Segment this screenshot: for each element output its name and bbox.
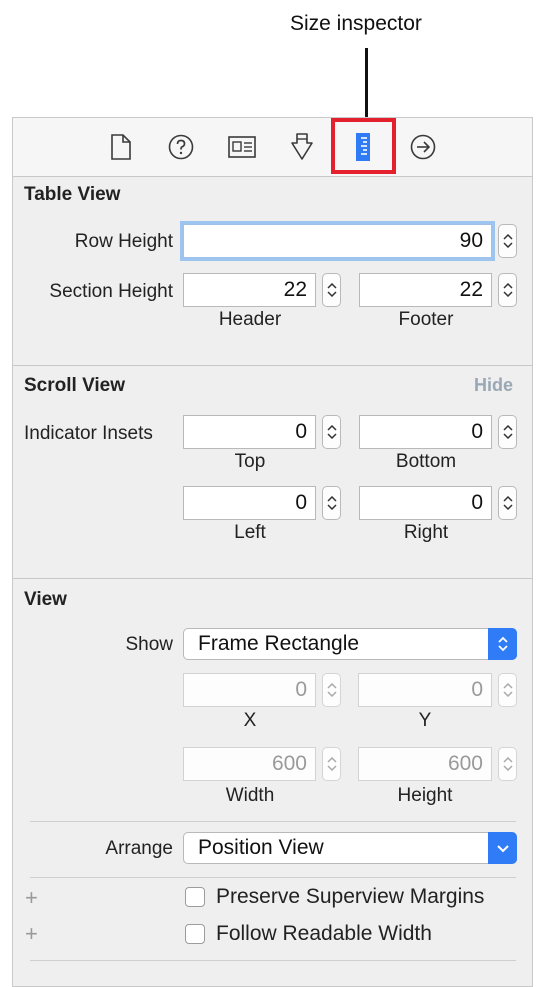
preserve-margins-label: Preserve Superview Margins (216, 885, 485, 908)
file-inspector-icon[interactable] (106, 132, 136, 162)
bottom-label: Bottom (395, 451, 457, 472)
callout-line (365, 48, 368, 120)
show-popup-value: Frame Rectangle (198, 632, 360, 655)
up-down-chevron-icon[interactable] (488, 628, 517, 660)
show-popup[interactable]: Frame Rectangle (183, 628, 517, 660)
arrange-label: Arrange (105, 838, 173, 859)
view-subdivider (30, 821, 516, 822)
header-height-field[interactable]: 22 (183, 273, 316, 307)
add-variation-icon[interactable]: + (25, 923, 38, 945)
size-inspector-highlight (331, 118, 396, 174)
header-height-stepper[interactable] (322, 273, 341, 307)
readable-width-label: Follow Readable Width (216, 922, 432, 945)
footer-height-stepper[interactable] (498, 273, 517, 307)
scroll-view-title: Scroll View (24, 375, 126, 396)
left-label: Left (234, 522, 266, 543)
row-height-stepper[interactable] (498, 224, 517, 258)
inset-top-field[interactable]: 0 (183, 415, 316, 449)
row-height-label: Row Height (74, 231, 173, 252)
identity-inspector-icon[interactable] (227, 132, 257, 162)
quick-help-icon[interactable] (166, 132, 196, 162)
inspector-toolbar (13, 118, 532, 177)
footer-label: Footer (398, 309, 454, 330)
width-field: 600 (183, 747, 316, 781)
chevron-down-icon[interactable] (488, 832, 517, 864)
attributes-inspector-icon[interactable] (287, 132, 317, 162)
footer-height-field[interactable]: 22 (359, 273, 492, 307)
inset-left-stepper[interactable] (322, 486, 341, 520)
indicator-insets-label: Indicator Insets (24, 423, 153, 444)
view-subdivider (30, 960, 516, 961)
x-stepper (322, 673, 341, 707)
show-label: Show (125, 634, 173, 655)
arrange-popup-value: Position View (198, 836, 324, 859)
inset-top-stepper[interactable] (322, 415, 341, 449)
inset-right-stepper[interactable] (498, 486, 517, 520)
inset-bottom-stepper[interactable] (498, 415, 517, 449)
section-divider (13, 578, 532, 579)
arrange-popup[interactable]: Position View (183, 832, 517, 864)
height-label: Height (397, 785, 453, 806)
x-label: X (243, 710, 257, 731)
inset-right-field[interactable]: 0 (359, 486, 492, 520)
section-height-label: Section Height (49, 281, 173, 302)
size-inspector-callout: Size inspector (290, 12, 422, 35)
y-field: 0 (358, 673, 492, 707)
header-label: Header (218, 309, 282, 330)
height-field: 600 (358, 747, 492, 781)
preserve-margins-checkbox[interactable] (185, 887, 205, 907)
x-field: 0 (183, 673, 316, 707)
y-stepper (498, 673, 517, 707)
table-view-title: Table View (24, 184, 121, 205)
width-label: Width (225, 785, 275, 806)
view-title: View (24, 589, 67, 610)
inset-bottom-field[interactable]: 0 (359, 415, 492, 449)
right-label: Right (403, 522, 449, 543)
inset-left-field[interactable]: 0 (183, 486, 316, 520)
height-stepper (498, 747, 517, 781)
width-stepper (322, 747, 341, 781)
section-divider (13, 365, 532, 366)
row-height-field[interactable]: 90 (183, 224, 492, 258)
view-subdivider (30, 877, 516, 878)
connections-inspector-icon[interactable] (408, 132, 438, 162)
y-label: Y (418, 710, 432, 731)
add-variation-icon[interactable]: + (25, 887, 38, 909)
top-label: Top (234, 451, 266, 472)
hide-section-link[interactable]: Hide (474, 375, 513, 396)
readable-width-checkbox[interactable] (185, 924, 205, 944)
